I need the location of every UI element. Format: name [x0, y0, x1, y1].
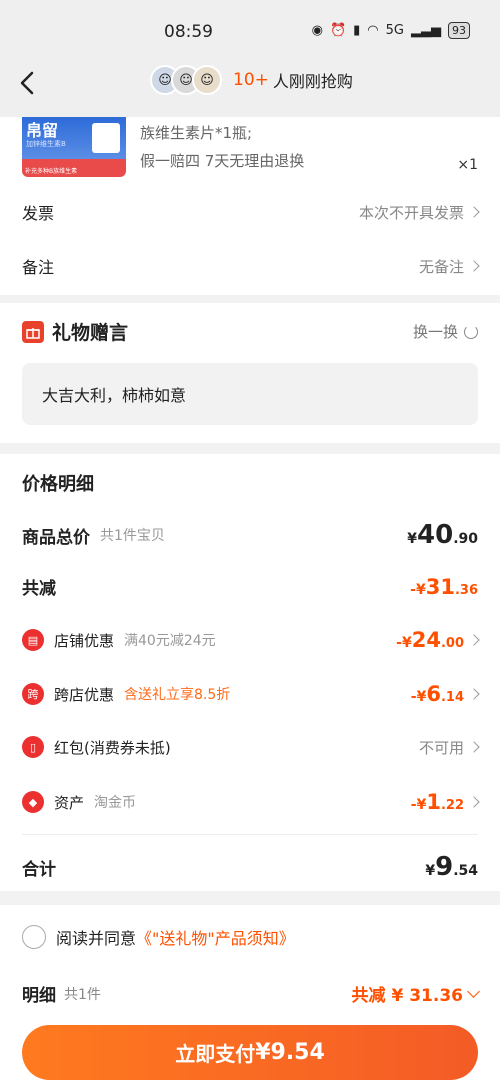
- battery-icon: 93: [448, 22, 470, 39]
- product-promise: 假一赔四 7天无理由退换: [140, 152, 305, 170]
- nav-bar: ☺ ☺ ☺ 10+ 人刚刚抢购: [0, 62, 500, 117]
- discount-row-cross-store[interactable]: 跨 跨店优惠 含送礼立享8.5折 -¥ 6.14: [22, 682, 480, 706]
- discount-value: 不可用: [418, 738, 464, 757]
- invoice-label: 发票: [22, 204, 55, 223]
- reduction-label: 共减: [22, 579, 56, 599]
- buyer-count: 10+: [233, 70, 269, 90]
- thumb-tag: 补充多种B族维生素: [25, 168, 78, 175]
- agree-text: 阅读并同意: [56, 929, 137, 948]
- discount-amount: -¥ 1.22: [410, 790, 464, 814]
- discount-sub: 含送礼立享8.5折: [124, 687, 231, 703]
- subtotal-amount: ¥40.90: [407, 520, 478, 550]
- product-quantity: ×1: [457, 157, 478, 173]
- swap-button[interactable]: 换一换: [413, 321, 478, 342]
- avatar: ☺: [192, 65, 222, 95]
- alarm-icon: ⏰: [329, 23, 347, 38]
- avatar-group: ☺ ☺ ☺: [150, 65, 222, 95]
- gift-icon: [22, 320, 44, 343]
- discount-sub: 淘金币: [94, 795, 137, 811]
- total-amount: ¥9.54: [425, 852, 478, 882]
- status-icons: ◉ ⏰ ▮ ◠ 5G ▂▃▅ 93: [312, 22, 470, 39]
- discount-sub: 满40元减24元: [124, 633, 216, 649]
- vibrate-icon: ▮: [353, 23, 361, 38]
- chevron-right-icon: [468, 206, 480, 218]
- discount-amount: -¥ 24.00: [396, 628, 464, 652]
- chevron-down-icon: [467, 985, 480, 998]
- store-icon: ▤: [22, 629, 44, 651]
- eye-icon: ◉: [311, 23, 323, 38]
- network-label: 5G: [385, 23, 404, 38]
- chevron-right-icon: [468, 688, 480, 700]
- status-bar: 08:59 ◉ ⏰ ▮ ◠ 5G ▂▃▅ 93: [0, 0, 500, 62]
- subtotal-sub: 共1件宝贝: [100, 528, 165, 544]
- wifi-icon: ◠: [367, 23, 379, 38]
- price-details-title: 价格明细: [22, 474, 94, 495]
- buyer-activity: ☺ ☺ ☺ 10+ 人刚刚抢购: [150, 62, 353, 98]
- pay-now-button[interactable]: 立即支付 ¥9.54: [22, 1025, 478, 1080]
- back-arrow-icon[interactable]: [16, 68, 40, 98]
- chevron-right-icon: [468, 796, 480, 808]
- product-desc-line: 族维生素片*1瓶;: [140, 124, 253, 142]
- discount-row-red-packet[interactable]: ▯ 红包(消费券未抵) 不可用: [22, 736, 480, 758]
- gift-message-input[interactable]: 大吉大利，柿柿如意: [22, 363, 478, 425]
- subtotal-label: 商品总价: [22, 527, 90, 548]
- gift-title: 礼物赠言: [52, 322, 129, 344]
- status-time: 08:59: [164, 22, 213, 42]
- detail-row[interactable]: 明细 共1件 共减 ¥ 31.36: [22, 981, 480, 1006]
- bottle-image: [92, 123, 120, 153]
- thumb-sub: 加锌维生素B: [26, 140, 66, 148]
- checkout-footer: 阅读并同意 《"送礼物"产品须知》 明细 共1件 共减 ¥ 31.36 立即支付 ¥…: [0, 905, 500, 1085]
- gift-message-card: 礼物赠言 换一换 大吉大利，柿柿如意: [0, 303, 500, 443]
- discount-row-store[interactable]: ▤ 店铺优惠 满40元减24元 -¥ 24.00: [22, 628, 480, 652]
- remark-row[interactable]: 备注 无备注: [22, 251, 480, 281]
- pay-label: 立即支付: [175, 1042, 256, 1066]
- agreement-row: 阅读并同意 《"送礼物"产品须知》: [22, 925, 295, 949]
- discount-row-assets[interactable]: ◆ 资产 淘金币 -¥ 1.22: [22, 790, 480, 814]
- product-card: 帛留 加锌维生素B 补充多种B族维生素 族维生素片*1瓶; 假一赔四 7天无理由…: [0, 117, 500, 295]
- remark-label: 备注: [22, 258, 55, 277]
- discount-label: 资产: [54, 793, 85, 812]
- discount-label: 店铺优惠: [54, 631, 115, 650]
- product-description: 族维生素片*1瓶;: [140, 122, 252, 144]
- detail-label: 明细: [22, 986, 56, 1006]
- chevron-right-icon: [468, 260, 480, 272]
- coin-tag-icon: ◆: [22, 791, 44, 813]
- discount-label: 跨店优惠: [54, 685, 115, 704]
- chevron-right-icon: [468, 741, 480, 753]
- gift-message-text: 大吉大利，柿柿如意: [42, 386, 187, 405]
- thumb-brand: 帛留: [26, 121, 59, 140]
- gift-header: 礼物赠言: [22, 318, 128, 345]
- divider: [22, 834, 478, 835]
- detail-reduction: 共减 ¥ 31.36: [351, 986, 463, 1006]
- cross-store-icon: 跨: [22, 683, 44, 705]
- discount-amount: -¥ 6.14: [410, 682, 464, 706]
- agree-checkbox[interactable]: [22, 925, 46, 949]
- buyer-label: 人刚刚抢购: [272, 72, 353, 91]
- invoice-row[interactable]: 发票 本次不开具发票: [22, 197, 480, 227]
- remark-value: 无备注: [418, 257, 464, 276]
- invoice-value: 本次不开具发票: [358, 203, 464, 222]
- chevron-right-icon: [468, 634, 480, 646]
- signal-icon: ▂▃▅: [411, 23, 441, 38]
- subtotal-row: 商品总价 共1件宝贝 ¥40.90: [22, 520, 478, 550]
- price-details-card: 价格明细 商品总价 共1件宝贝 ¥40.90 共减 -¥ 31.36 ▤ 店铺优惠…: [0, 454, 500, 891]
- detail-count: 共1件: [64, 986, 101, 1003]
- total-row: 合计 ¥9.54: [22, 852, 478, 882]
- reduction-row: 共减 -¥ 31.36: [22, 574, 478, 600]
- total-label: 合计: [22, 859, 56, 880]
- reduction-amount: -¥ 31.36: [410, 574, 478, 599]
- agreement-link[interactable]: 《"送礼物"产品须知》: [136, 925, 295, 949]
- red-packet-icon: ▯: [22, 736, 44, 758]
- swap-label: 换一换: [412, 323, 458, 341]
- product-thumbnail[interactable]: 帛留 加锌维生素B 补充多种B族维生素: [22, 117, 126, 177]
- pay-amount: ¥9.54: [255, 1040, 325, 1065]
- discount-label: 红包(消费券未抵): [54, 738, 171, 757]
- refresh-icon: [464, 324, 478, 339]
